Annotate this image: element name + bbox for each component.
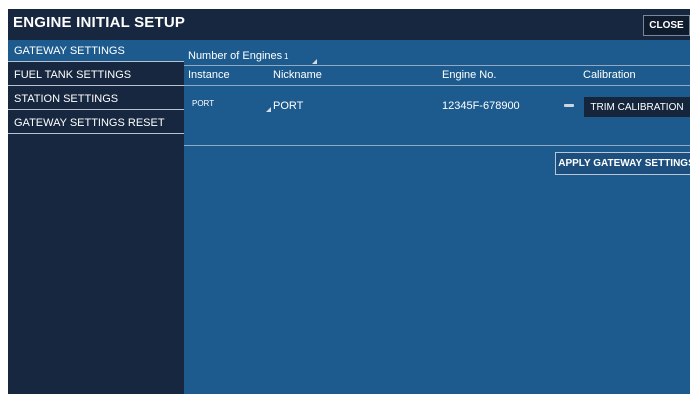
- divider: [184, 85, 690, 86]
- title-bar: ENGINE INITIAL SETUP CLOSE: [8, 9, 690, 40]
- sidebar: GATEWAY SETTINGS FUEL TANK SETTINGS STAT…: [8, 40, 184, 394]
- instance-value: PORT: [192, 99, 215, 108]
- nickname-field[interactable]: PORT: [273, 100, 303, 112]
- sidebar-item-label: STATION SETTINGS: [14, 93, 119, 105]
- sidebar-item-gateway-settings-reset[interactable]: GATEWAY SETTINGS RESET: [8, 112, 184, 134]
- calibration-status-indicator: [564, 104, 574, 107]
- sidebar-item-station-settings[interactable]: STATION SETTINGS: [8, 88, 184, 110]
- page-title: ENGINE INITIAL SETUP: [13, 14, 186, 31]
- trim-calibration-button[interactable]: TRIM CALIBRATION: [584, 97, 690, 117]
- engines-count-label: Number of Engines: [188, 50, 283, 62]
- instance-select[interactable]: PORT: [188, 95, 271, 112]
- column-header-instance: Instance: [188, 69, 230, 81]
- divider: [184, 65, 690, 66]
- column-header-engine-no: Engine No.: [442, 69, 497, 81]
- column-header-calibration: Calibration: [583, 69, 636, 81]
- close-button[interactable]: CLOSE: [643, 15, 690, 36]
- engine-setup-window: ENGINE INITIAL SETUP CLOSE GATEWAY SETTI…: [8, 9, 690, 394]
- dropdown-corner-icon: [266, 107, 271, 112]
- sidebar-item-fuel-tank-settings[interactable]: FUEL TANK SETTINGS: [8, 64, 184, 86]
- column-header-nickname: Nickname: [273, 69, 322, 81]
- sidebar-item-label: GATEWAY SETTINGS: [14, 45, 125, 57]
- sidebar-item-gateway-settings[interactable]: GATEWAY SETTINGS: [8, 40, 184, 62]
- divider: [184, 145, 690, 146]
- sidebar-item-label: FUEL TANK SETTINGS: [14, 69, 132, 81]
- engine-number-field[interactable]: 12345F-678900: [442, 100, 520, 112]
- engines-count-value: 1: [284, 52, 289, 61]
- engines-count-select[interactable]: 1: [280, 49, 322, 65]
- sidebar-item-label: GATEWAY SETTINGS RESET: [14, 117, 165, 129]
- gateway-settings-panel: Number of Engines 1 Instance Nickname En…: [184, 40, 690, 394]
- apply-gateway-settings-button[interactable]: APPLY GATEWAY SETTINGS: [555, 152, 690, 175]
- dropdown-corner-icon: [312, 59, 317, 64]
